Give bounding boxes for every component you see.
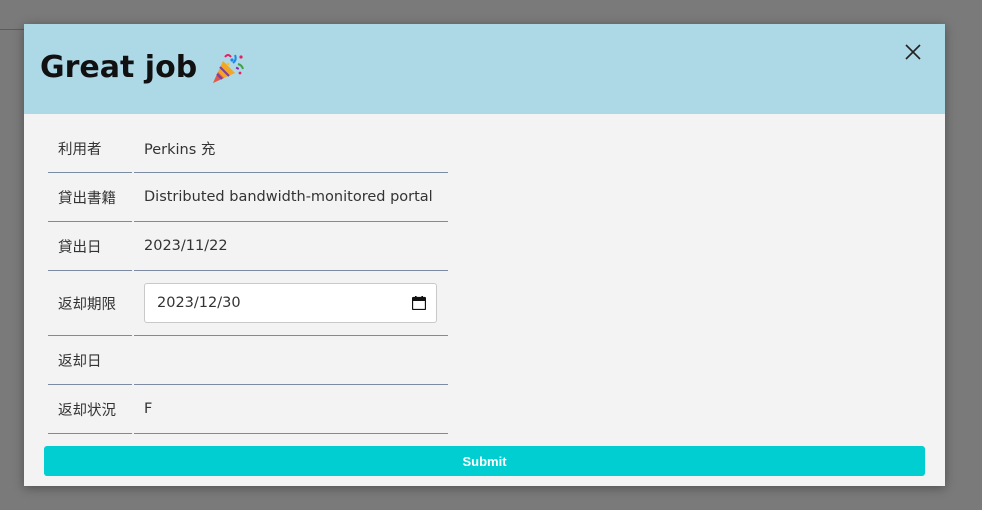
loan-details-table: 利用者 Perkins 充 貸出書籍 Distributed bandwidth… <box>46 124 450 434</box>
party-popper-icon <box>213 53 245 83</box>
detail-label: 利用者 <box>48 124 132 173</box>
modal-title-text: Great job <box>40 50 198 85</box>
detail-row-return-status: 返却状況 F <box>48 385 448 434</box>
detail-label: 返却期限 <box>48 271 132 336</box>
detail-value: Distributed bandwidth-monitored portal <box>134 173 448 222</box>
detail-value: F <box>134 385 448 434</box>
detail-value: 2023/11/22 <box>134 222 448 271</box>
due-date-input[interactable]: 2023/12/30 <box>144 283 437 323</box>
due-date-value: 2023/12/30 <box>157 295 241 311</box>
detail-value <box>134 336 448 385</box>
detail-row-loan-date: 貸出日 2023/11/22 <box>48 222 448 271</box>
calendar-icon[interactable] <box>412 296 426 310</box>
detail-row-return-date: 返却日 <box>48 336 448 385</box>
detail-row-due-date: 返却期限 2023/12/30 <box>48 271 448 336</box>
detail-label: 貸出日 <box>48 222 132 271</box>
detail-row-book: 貸出書籍 Distributed bandwidth-monitored por… <box>48 173 448 222</box>
submit-button[interactable]: Submit <box>44 446 925 476</box>
close-icon[interactable] <box>903 42 923 62</box>
detail-row-user: 利用者 Perkins 充 <box>48 124 448 173</box>
modal-dialog: Great job 利用者 Perkins 充 貸出書籍 Distributed… <box>24 24 945 486</box>
detail-label: 返却日 <box>48 336 132 385</box>
modal-title: Great job <box>40 50 245 85</box>
detail-label: 返却状況 <box>48 385 132 434</box>
detail-value: Perkins 充 <box>134 124 448 173</box>
background-divider <box>0 29 24 30</box>
modal-header: Great job <box>24 24 945 114</box>
detail-label: 貸出書籍 <box>48 173 132 222</box>
detail-value-cell: 2023/12/30 <box>134 271 448 336</box>
